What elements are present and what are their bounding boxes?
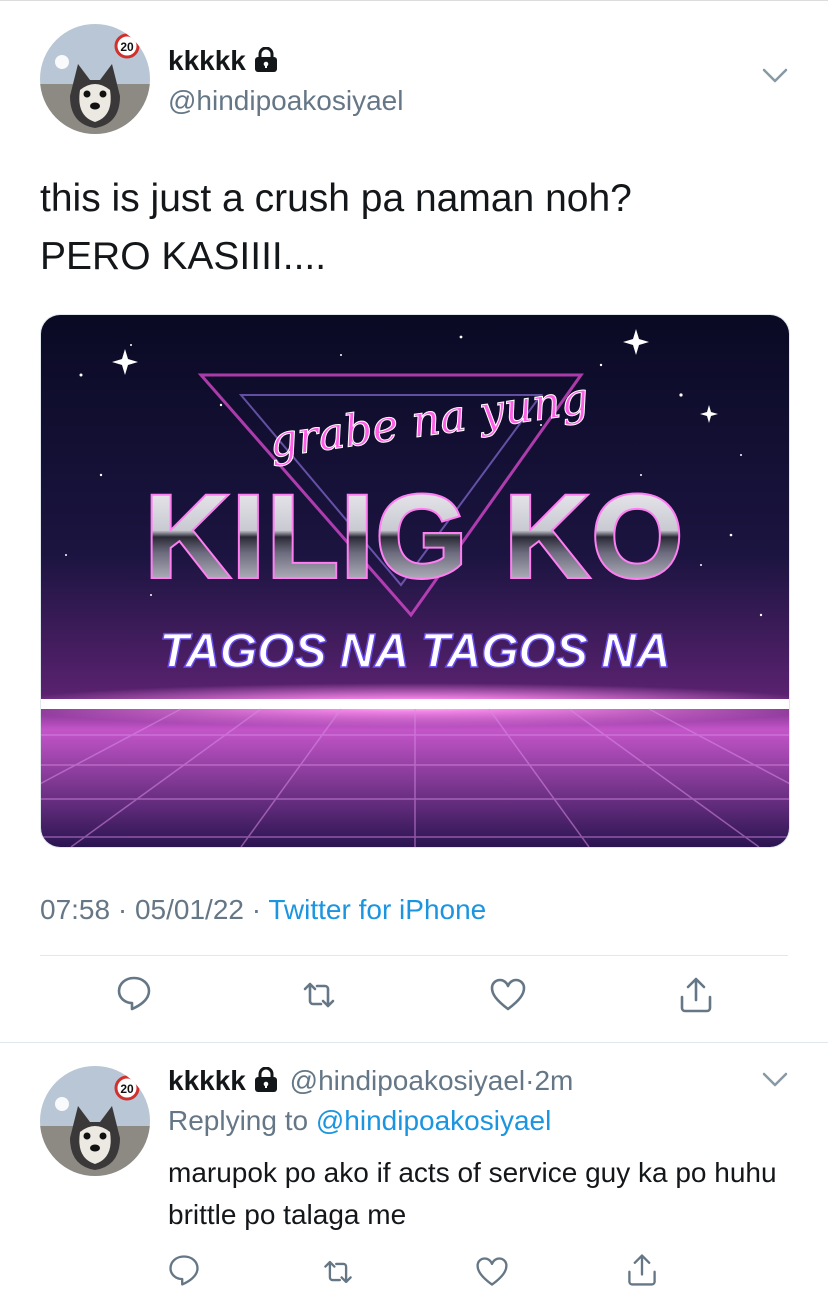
reply-icon [166, 1252, 202, 1293]
lock-icon [254, 46, 278, 81]
author-name-text[interactable]: kkkkk [168, 45, 246, 76]
reply-text: marupok po ako if acts of service guy ka… [168, 1157, 777, 1230]
tweet-text-line-2: PERO KASIIII.... [40, 235, 327, 278]
reply-avatar[interactable]: 20 [40, 1066, 150, 1176]
retweet-icon [299, 975, 339, 1020]
meta-separator: · [117, 894, 128, 925]
reply-header: kkkkk @hindipoakosiyael·2m [168, 1064, 573, 1101]
share-icon [624, 1252, 660, 1293]
tweet-text: this is just a crush pa naman noh? PERO … [40, 170, 780, 286]
reply-age: 2m [534, 1065, 574, 1096]
reply-author-handle[interactable]: @hindipoakosiyael [290, 1065, 525, 1096]
like-button[interactable] [486, 975, 530, 1019]
author-handle[interactable]: @hindipoakosiyael [168, 84, 403, 118]
top-border [0, 0, 828, 1]
replying-prefix: Replying to [168, 1105, 309, 1136]
tweet-meta: 07:58 · 05/01/22 · Twitter for iPhone [40, 892, 486, 928]
tweet-source-link[interactable]: Twitter for iPhone [268, 894, 486, 925]
divider [40, 955, 788, 956]
share-button[interactable] [674, 975, 718, 1019]
image-sub-text: TAGOS NA TAGOS NA [159, 625, 670, 678]
tweet-date: 05/01/22 [134, 894, 244, 925]
avatar-badge: 20 [120, 1082, 134, 1096]
avatar-badge: 20 [120, 40, 134, 54]
lock-icon [254, 1066, 278, 1101]
divider [0, 1042, 828, 1043]
reply-author-name[interactable]: kkkkk [168, 1065, 246, 1096]
share-button[interactable] [620, 1250, 664, 1294]
reply-button[interactable] [162, 1250, 206, 1294]
retweet-icon [320, 1254, 356, 1295]
tweet-image[interactable]: grabe na yung KILIG KO TAGOS NA TAGOS NA [40, 314, 790, 848]
image-main-text: KILIG KO [145, 471, 685, 603]
tweet-time: 07:58 [40, 894, 111, 925]
like-button[interactable] [470, 1252, 514, 1296]
reply-button[interactable] [112, 973, 156, 1017]
replying-to: Replying to @hindipoakosiyael [168, 1104, 551, 1138]
retweet-button[interactable] [316, 1252, 360, 1296]
chevron-down-icon[interactable] [762, 1072, 788, 1093]
reply-icon [114, 973, 154, 1018]
author-name[interactable]: kkkkk [168, 44, 278, 81]
retweet-button[interactable] [297, 975, 341, 1019]
avatar[interactable]: 20 [40, 24, 150, 134]
like-icon [488, 975, 528, 1020]
chevron-down-icon[interactable] [762, 68, 788, 89]
meta-separator: · [251, 894, 262, 925]
replying-to-link[interactable]: @hindipoakosiyael [316, 1105, 551, 1136]
like-icon [474, 1254, 510, 1295]
share-icon [676, 975, 716, 1020]
tweet-text-line-1: this is just a crush pa naman noh? [40, 177, 632, 220]
